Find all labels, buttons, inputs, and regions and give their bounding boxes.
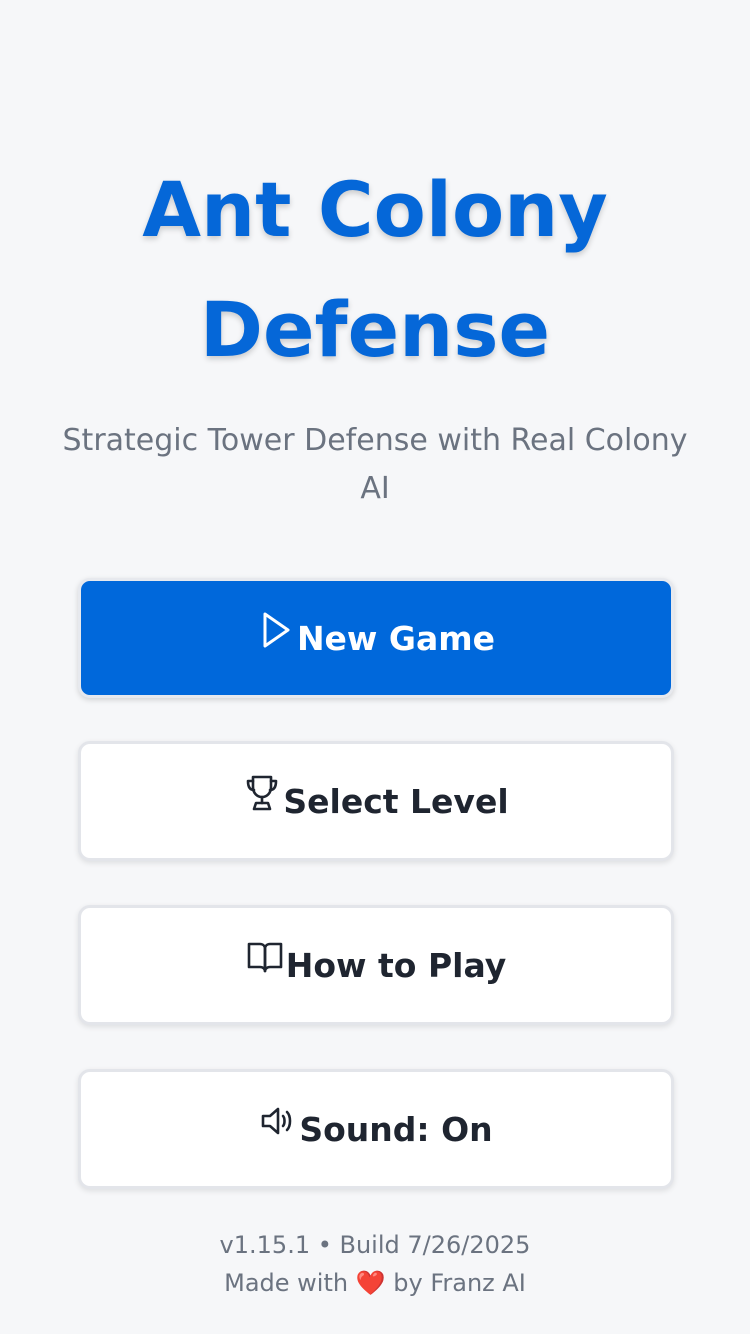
main-menu-screen: Ant Colony Defense Strategic Tower Defen… bbox=[0, 0, 750, 1334]
game-title-line-2: Defense bbox=[199, 285, 551, 374]
game-title: Ant Colony Defense bbox=[0, 150, 750, 390]
trophy-icon bbox=[243, 773, 281, 813]
new-game-label: New Game bbox=[296, 618, 496, 658]
book-icon bbox=[246, 937, 284, 977]
new-game-button[interactable]: New Game bbox=[78, 578, 674, 698]
credit-line: Made with ❤️ by Franz AI bbox=[0, 1264, 750, 1302]
credit-prefix: Made with bbox=[224, 1269, 349, 1297]
sound-toggle-label: Sound: On bbox=[299, 1109, 493, 1149]
select-level-label: Select Level bbox=[283, 781, 509, 821]
version-info: v1.15.1 • Build 7/26/2025 bbox=[219, 1231, 531, 1259]
heart-icon: ❤️ bbox=[355, 1269, 386, 1297]
credit-suffix: by Franz AI bbox=[393, 1269, 526, 1297]
how-to-play-label: How to Play bbox=[285, 945, 507, 985]
game-title-line-1: Ant Colony bbox=[142, 165, 608, 254]
game-subtitle: Strategic Tower Defense with Real Colony… bbox=[62, 423, 688, 506]
speaker-icon bbox=[259, 1101, 297, 1141]
play-icon bbox=[257, 610, 295, 650]
select-level-button[interactable]: Select Level bbox=[78, 741, 674, 861]
sound-toggle-button[interactable]: Sound: On bbox=[78, 1069, 674, 1189]
how-to-play-button[interactable]: How to Play bbox=[78, 905, 674, 1025]
